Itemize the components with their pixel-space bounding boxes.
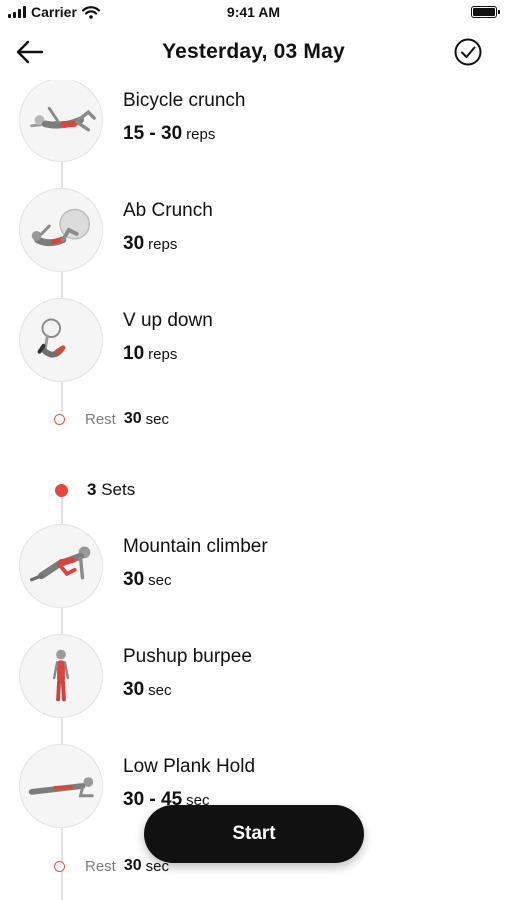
page-title: Yesterday, 03 May [162,40,345,63]
exercise-amount: 30 sec [123,679,171,701]
status-time: 9:41 AM [226,4,281,20]
exercise-amount: 30 sec [123,569,171,591]
bicycle-crunch-illustration [30,106,96,132]
exercise-value: 10 [123,343,145,364]
battery-icon [471,6,500,18]
workout-timeline: Bicycle crunch 15 - 30 reps Ab Crunch 30 r… [0,80,507,900]
exercise-name: Mountain climber [123,536,268,557]
header: Yesterday, 03 May [0,26,507,80]
exercise-value: 30 [123,679,145,700]
exercise-item[interactable]: V up down 10 reps [19,298,439,388]
sets-text: 3 Sets [87,480,135,500]
sets-label: Sets [101,480,136,499]
exercise-unit: reps [148,236,178,253]
exercise-thumbnail [19,80,103,162]
exercise-item[interactable]: Bicycle crunch 15 - 30 reps [19,80,439,168]
low-plank-illustration [28,777,94,798]
ab-crunch-illustration [31,208,91,247]
exercise-name: Bicycle crunch [123,90,246,111]
mountain-climber-illustration [30,546,91,582]
exercise-unit: reps [148,346,178,363]
v-up-illustration [37,318,66,358]
exercise-value: 30 [123,569,145,590]
sets-dot [55,483,68,497]
exercise-value: 30 [123,233,145,254]
exercise-name: Pushup burpee [123,646,252,667]
sets-value: 3 [87,480,97,499]
rest-dot [54,413,65,425]
exercise-name: Ab Crunch [123,200,213,221]
rest-unit: sec [145,410,169,428]
exercise-thumbnail [19,188,103,272]
rest-row: Rest 30 sec [54,409,169,429]
exercise-thumbnail [19,524,103,608]
rest-label: Rest [85,410,116,428]
exercise-item[interactable]: Mountain climber 30 sec [19,524,439,614]
rest-value: 30 [123,410,142,427]
exercise-amount: 30 reps [123,233,177,255]
sets-row: 3 Sets [55,480,135,500]
exercise-name: Low Plank Hold [123,756,256,777]
pushup-burpee-illustration [52,649,70,702]
done-button[interactable] [453,37,483,67]
exercise-thumbnail [19,634,103,718]
rest-value: 30 [123,857,142,874]
rest-dot [54,860,65,872]
exercise-thumbnail [19,298,103,382]
exercise-value: 15 - 30 [123,123,183,144]
exercise-thumbnail [19,744,103,828]
exercise-item[interactable]: Pushup burpee 30 sec [19,634,439,724]
status-bar: Carrier 9:41 AM [0,0,507,26]
exercise-unit: sec [148,572,172,589]
exercise-name: V up down [123,310,213,331]
start-button[interactable]: Start [144,805,364,863]
rest-row: Rest 30 sec [54,856,169,876]
rest-label: Rest [85,857,116,875]
exercise-amount: 10 reps [123,343,177,365]
exercise-amount: 15 - 30 reps [123,123,215,145]
check-circle-icon [454,38,482,66]
exercise-unit: reps [186,126,216,143]
exercise-item[interactable]: Ab Crunch 30 reps [19,188,439,278]
exercise-unit: sec [148,682,172,699]
